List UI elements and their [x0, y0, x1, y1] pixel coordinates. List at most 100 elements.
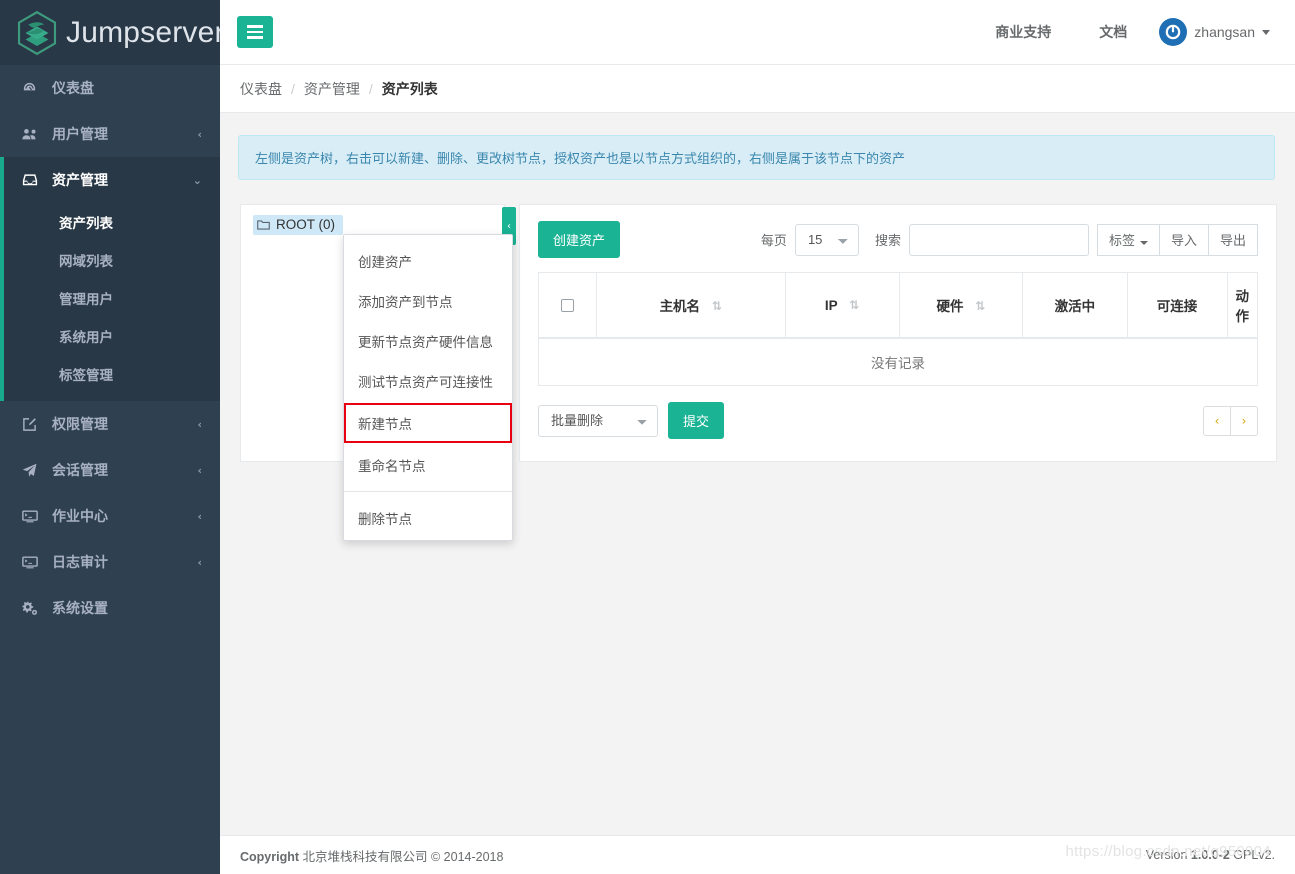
sidebar-item-users[interactable]: 用户管理 ‹ [0, 111, 220, 157]
version-suffix: GPLv2. [1230, 848, 1275, 862]
create-asset-button[interactable]: 创建资产 [538, 221, 620, 258]
brand-logo[interactable]: Jumpserver [0, 0, 220, 65]
export-button[interactable]: 导出 [1208, 224, 1258, 256]
tree-context-menu: 创建资产 添加资产到节点 更新节点资产硬件信息 测试节点资产可连接性 新建节点 … [343, 234, 513, 541]
tag-filter-button[interactable]: 标签 [1097, 224, 1160, 256]
context-menu-item-add-asset-to-node[interactable]: 添加资产到节点 [344, 281, 512, 321]
version-prefix: Version [1146, 848, 1191, 862]
sidebar-item-asset-list[interactable]: 资产列表 [4, 203, 220, 241]
app-root: Jumpserver 仪表盘 用户管理 ‹ [0, 0, 1295, 874]
sidebar-item-label: 权限管理 [52, 414, 108, 434]
sidebar-item-label-manage[interactable]: 标签管理 [4, 355, 220, 393]
terminal-icon [22, 510, 42, 523]
pagination-prev[interactable]: ‹ [1203, 406, 1231, 436]
sidebar-item-label: 会话管理 [52, 460, 108, 480]
sidebar-item-label: 日志审计 [52, 552, 108, 572]
sidebar-group-perms: 权限管理 ‹ [0, 401, 220, 447]
topbar-link-docs[interactable]: 文档 [1075, 22, 1151, 42]
table-empty-row: 没有记录 [539, 338, 1258, 386]
sidebar-group-sessions: 会话管理 ‹ [0, 447, 220, 493]
chevron-left-icon: ‹ [197, 556, 202, 569]
sidebar-item-jobs[interactable]: 作业中心 ‹ [0, 493, 220, 539]
edit-square-icon [22, 417, 42, 432]
sidebar-item-system-users[interactable]: 系统用户 [4, 317, 220, 355]
sidebar-item-assets[interactable]: 资产管理 ⌄ [4, 157, 220, 203]
column-label: 硬件 [936, 299, 963, 314]
breadcrumb-item-assets[interactable]: 资产管理 [304, 79, 360, 99]
sidebar-group-audit: 日志审计 ‹ [0, 539, 220, 585]
column-active: 激活中 [1023, 273, 1128, 339]
context-menu-item-update-node-hardware[interactable]: 更新节点资产硬件信息 [344, 321, 512, 361]
column-action: 动作 [1227, 273, 1258, 339]
context-menu-divider [344, 491, 512, 492]
hamburger-bar [247, 25, 263, 28]
select-all-checkbox[interactable] [561, 299, 574, 312]
sidebar-item-admin-users[interactable]: 管理用户 [4, 279, 220, 317]
chevron-down-icon: ⌄ [193, 174, 202, 187]
breadcrumb-separator: / [369, 81, 373, 97]
caret-down-icon [1262, 30, 1270, 35]
topbar: 商业支持 文档 zhangsan [220, 0, 1295, 65]
pagination: ‹ › [1203, 406, 1258, 436]
pagination-next[interactable]: › [1230, 406, 1258, 436]
sidebar-item-label: 系统设置 [52, 598, 108, 618]
context-menu-item-delete-node[interactable]: 删除节点 [344, 498, 512, 538]
sidebar-item-dashboard[interactable]: 仪表盘 [0, 65, 220, 111]
dashboard-icon [22, 81, 42, 96]
context-menu-item-test-node-connectivity[interactable]: 测试节点资产可连接性 [344, 361, 512, 401]
panels: ROOT (0) ‹ 创建资产 添加资产到节点 更新节点资产硬件信息 测试节点资… [240, 204, 1277, 462]
context-menu-item-create-asset[interactable]: 创建资产 [344, 241, 512, 281]
paper-plane-icon [22, 463, 42, 478]
sidebar-item-label: 资产管理 [52, 170, 108, 190]
topbar-link-support[interactable]: 商业支持 [971, 22, 1075, 42]
per-page-label: 每页 [761, 230, 787, 249]
context-menu-item-rename-node[interactable]: 重命名节点 [344, 445, 512, 485]
sidebar-item-label: 仪表盘 [52, 78, 94, 98]
import-button[interactable]: 导入 [1159, 224, 1209, 256]
breadcrumb: 仪表盘 / 资产管理 / 资产列表 [220, 65, 1295, 113]
context-menu-item-new-node[interactable]: 新建节点 [344, 403, 512, 443]
table-footer-controls: 批量删除 批量更新 批量停用 提交 ‹ › [538, 402, 1258, 439]
copyright-label: Copyright [240, 850, 299, 864]
bulk-action-select[interactable]: 批量删除 批量更新 批量停用 [538, 405, 658, 437]
breadcrumb-item-dashboard[interactable]: 仪表盘 [240, 79, 282, 99]
tree-node-root[interactable]: ROOT (0) [253, 215, 343, 235]
caret-down-icon [1140, 241, 1148, 245]
sidebar-item-audit[interactable]: 日志审计 ‹ [0, 539, 220, 585]
sort-icon[interactable]: ⇅ [712, 299, 722, 313]
sidebar-item-sessions[interactable]: 会话管理 ‹ [0, 447, 220, 493]
asset-toolbar: 创建资产 每页 15 25 50 100 搜索 标签 导入 [538, 221, 1258, 258]
sort-icon[interactable]: ⇅ [975, 299, 985, 313]
copyright: Copyright 北京堆栈科技有限公司 © 2014-2018 [240, 846, 503, 865]
column-ip[interactable]: IP ⇅ [785, 273, 899, 339]
info-banner: 左侧是资产树，右击可以新建、删除、更改树节点，授权资产也是以节点方式组织的，右侧… [238, 135, 1275, 180]
per-page-select[interactable]: 15 25 50 100 [795, 224, 859, 256]
sidebar-group-users: 用户管理 ‹ [0, 111, 220, 157]
sidebar-item-perms[interactable]: 权限管理 ‹ [0, 401, 220, 447]
main-content: 仪表盘 / 资产管理 / 资产列表 左侧是资产树，右击可以新建、删除、更改树节点… [220, 65, 1295, 874]
sidebar: Jumpserver 仪表盘 用户管理 ‹ [0, 0, 220, 874]
tag-filter-label: 标签 [1109, 233, 1135, 248]
column-label: IP [825, 298, 838, 313]
sidebar-item-label: 作业中心 [52, 506, 108, 526]
column-hardware[interactable]: 硬件 ⇅ [899, 273, 1022, 339]
tree-node-label: ROOT (0) [276, 217, 335, 232]
hamburger-bar [247, 36, 263, 39]
sort-icon[interactable]: ⇅ [849, 298, 859, 312]
toolbar-right: 每页 15 25 50 100 搜索 标签 导入 导出 [761, 224, 1258, 256]
terminal-icon [22, 556, 42, 569]
hamburger-icon[interactable] [237, 16, 273, 48]
search-input[interactable] [909, 224, 1089, 256]
empty-message: 没有记录 [539, 338, 1258, 386]
sidebar-item-domain-list[interactable]: 网域列表 [4, 241, 220, 279]
inbox-icon [22, 173, 42, 187]
breadcrumb-separator: / [291, 81, 295, 97]
chevron-left-icon: ‹ [197, 510, 202, 523]
column-hostname[interactable]: 主机名 ⇅ [596, 273, 785, 339]
sidebar-item-settings[interactable]: 系统设置 [0, 585, 220, 631]
search-label: 搜索 [875, 230, 901, 249]
sidebar-group-settings: 系统设置 [0, 585, 220, 631]
version-number: 1.0.0-2 [1191, 848, 1230, 862]
user-menu[interactable]: zhangsan [1151, 18, 1270, 46]
submit-button[interactable]: 提交 [668, 402, 724, 439]
